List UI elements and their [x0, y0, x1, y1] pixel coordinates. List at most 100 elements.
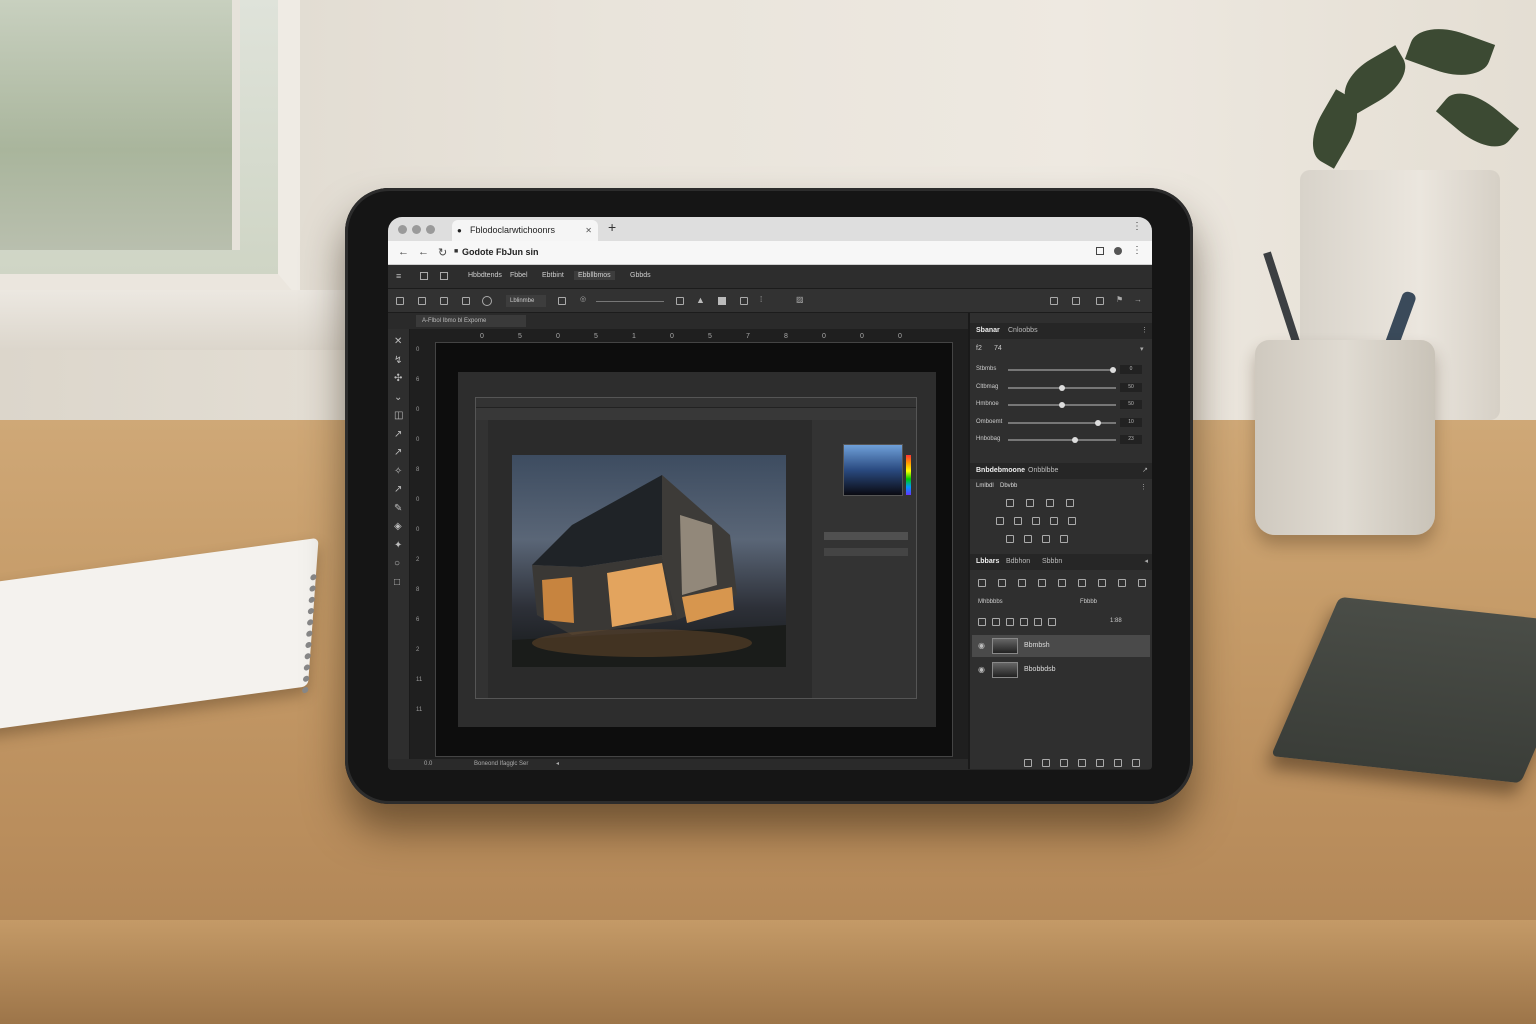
- expand-icon[interactable]: ↗: [1142, 466, 1148, 474]
- layer-row[interactable]: ◉ Bbmbsh: [972, 635, 1150, 657]
- panel-tab[interactable]: Cnloobbs: [1008, 327, 1038, 334]
- styles-subtab[interactable]: Lmlbdl: [976, 483, 994, 489]
- grid-icon[interactable]: [420, 272, 428, 280]
- style-preset-icon[interactable]: [1006, 499, 1014, 507]
- brush-icon[interactable]: [440, 297, 448, 305]
- heal-tool-icon[interactable]: ↗: [394, 448, 404, 458]
- slider-knob[interactable]: [1094, 419, 1101, 426]
- more-icon[interactable]: ⋮: [1132, 221, 1142, 232]
- layer-filter-icon[interactable]: [1118, 579, 1126, 587]
- window-maximize-dot[interactable]: [426, 225, 435, 234]
- layer-filter-icon[interactable]: [1078, 579, 1086, 587]
- shape-tool-icon[interactable]: ✦: [394, 540, 404, 551]
- layer-action-icon[interactable]: [1132, 759, 1140, 767]
- stamp-icon[interactable]: [462, 297, 470, 305]
- style-preset-icon[interactable]: [1068, 517, 1076, 525]
- collapse-icon[interactable]: ▾: [1140, 345, 1144, 353]
- slider-knob[interactable]: [1110, 367, 1116, 373]
- style-preset-icon[interactable]: [1032, 517, 1040, 525]
- panel-tab[interactable]: Bdbhon: [1006, 558, 1030, 565]
- visibility-eye-icon[interactable]: ◉: [978, 635, 985, 657]
- panel-field[interactable]: 74: [994, 345, 1002, 352]
- panel-tab[interactable]: Lbbars: [976, 558, 999, 565]
- visibility-eye-icon[interactable]: ◉: [978, 659, 985, 681]
- adjust-slider[interactable]: [1008, 437, 1116, 443]
- layer-filter-icon[interactable]: [1098, 579, 1106, 587]
- menu-item[interactable]: Ebtbint: [538, 271, 568, 280]
- options-field[interactable]: Lblinmbe: [506, 295, 546, 307]
- window-minimize-dot[interactable]: [412, 225, 421, 234]
- adjust-slider[interactable]: [1008, 419, 1116, 426]
- stamp-tool-icon[interactable]: ↗: [394, 485, 404, 495]
- brush-tool-icon[interactable]: ✧: [394, 466, 404, 477]
- slider-value[interactable]: 50: [1120, 382, 1142, 392]
- adjust-slider[interactable]: [1008, 402, 1116, 408]
- adjust-slider[interactable]: [1008, 367, 1116, 373]
- crop-tool-icon[interactable]: ⌄: [394, 392, 404, 403]
- profile-icon[interactable]: [1114, 247, 1122, 255]
- url-field[interactable]: Godote FbJun sin: [462, 247, 539, 257]
- ellipse-tool-icon[interactable]: ○: [394, 559, 404, 569]
- lasso-tool-icon[interactable]: ↯: [394, 355, 404, 366]
- flag-small-icon[interactable]: ⚑: [1116, 295, 1123, 304]
- lock-icon[interactable]: [978, 618, 986, 626]
- slider-value[interactable]: 10: [1120, 417, 1142, 427]
- layer-action-icon[interactable]: [1024, 759, 1032, 767]
- menu-item[interactable]: Fbbel: [506, 271, 532, 280]
- workspace-icon[interactable]: [1072, 297, 1080, 305]
- layer-filter-icon[interactable]: [1138, 579, 1146, 587]
- layer-filter-icon[interactable]: [978, 579, 986, 587]
- slider-knob[interactable]: [1059, 402, 1065, 408]
- style-preset-icon[interactable]: [1046, 499, 1054, 507]
- style-preset-icon[interactable]: [1026, 499, 1034, 507]
- align-icon[interactable]: [676, 297, 684, 305]
- slider-value[interactable]: 23: [1120, 435, 1142, 444]
- new-tab-button[interactable]: +: [608, 219, 616, 235]
- panel-tab[interactable]: Bnbdebmoone: [976, 467, 1025, 474]
- browser-menu-icon[interactable]: ⋮: [1132, 245, 1142, 256]
- frame-icon[interactable]: [440, 272, 448, 280]
- document-tab[interactable]: A-Flbol Ibmo bl Exporne: [416, 315, 526, 327]
- style-preset-icon[interactable]: [1042, 535, 1050, 543]
- arrange-icon[interactable]: [1050, 297, 1058, 305]
- styles-subtab[interactable]: Dbvbb: [1000, 483, 1017, 489]
- layer-filter-icon[interactable]: [1058, 579, 1066, 587]
- options-slider[interactable]: [596, 301, 664, 302]
- layer-filter-icon[interactable]: [1018, 579, 1026, 587]
- style-preset-icon[interactable]: [1014, 517, 1022, 525]
- layer-action-icon[interactable]: [1114, 759, 1122, 767]
- lock-icon[interactable]: [1006, 618, 1014, 626]
- layer-action-icon[interactable]: [1060, 759, 1068, 767]
- tab-close-icon[interactable]: ✕: [585, 220, 592, 241]
- lock-icon[interactable]: [1020, 618, 1028, 626]
- layers-menu-icon[interactable]: ◂: [1144, 557, 1148, 565]
- style-preset-icon[interactable]: [1006, 535, 1014, 543]
- zoom-level[interactable]: 0.0: [424, 759, 432, 770]
- layer-row[interactable]: ◉ Bbobbdsb: [972, 659, 1150, 681]
- table-icon[interactable]: [740, 297, 748, 305]
- style-preset-icon[interactable]: [996, 517, 1004, 525]
- styles-menu-icon[interactable]: ⋮: [1140, 483, 1147, 491]
- slider-value[interactable]: 50: [1120, 400, 1142, 409]
- move-tool-icon[interactable]: ✕: [394, 337, 404, 347]
- link-icon[interactable]: ◎: [580, 295, 586, 303]
- lock-icon[interactable]: [1048, 618, 1056, 626]
- style-preset-icon[interactable]: [1024, 535, 1032, 543]
- layer-action-icon[interactable]: [1096, 759, 1104, 767]
- panel-menu-icon[interactable]: ⋮: [1141, 326, 1148, 334]
- adjust-slider[interactable]: [1008, 384, 1116, 391]
- circle-icon[interactable]: [482, 296, 492, 306]
- style-preset-icon[interactable]: [1060, 535, 1068, 543]
- document-icon[interactable]: [1096, 297, 1104, 305]
- gradient-tool-icon[interactable]: ◈: [394, 522, 404, 532]
- fill-value[interactable]: 1:88: [1110, 618, 1122, 624]
- square-icon[interactable]: [718, 297, 726, 305]
- style-preset-icon[interactable]: [1066, 499, 1074, 507]
- mask-icon[interactable]: ▨: [796, 295, 804, 304]
- flag-icon[interactable]: [418, 297, 426, 305]
- panel-tab[interactable]: Sbbbn: [1042, 558, 1062, 565]
- panel-tab[interactable]: Onbblbbe: [1028, 467, 1058, 474]
- menu-item[interactable]: Gbbds: [626, 271, 655, 280]
- tool-preset-icon[interactable]: [396, 297, 404, 305]
- cast-icon[interactable]: [1096, 247, 1104, 255]
